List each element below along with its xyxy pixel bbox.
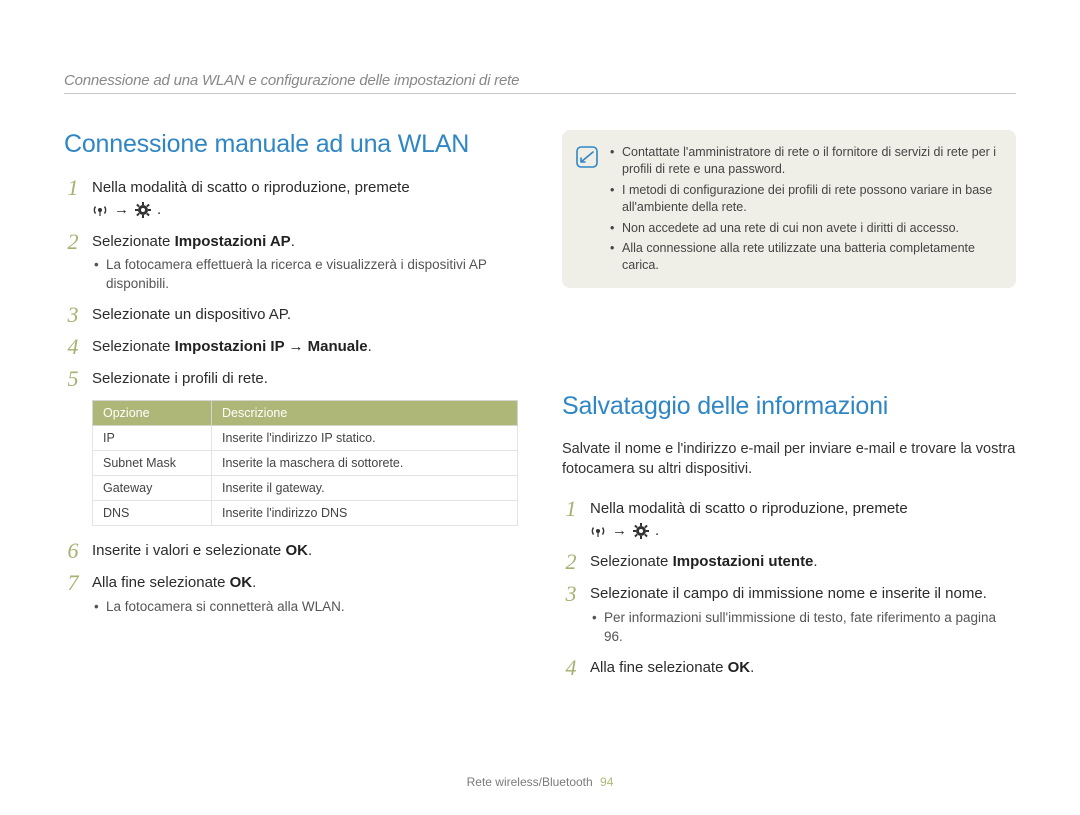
step-tail: . bbox=[291, 233, 295, 250]
step-bold: OK bbox=[728, 659, 751, 676]
step-bold: OK bbox=[285, 542, 308, 559]
table-header-option: Opzione bbox=[93, 401, 212, 426]
save-steps: 1 Nella modalità di scatto o riproduzion… bbox=[562, 498, 1016, 679]
step-number: 7 bbox=[64, 572, 82, 594]
step-number: 4 bbox=[64, 336, 82, 358]
step-text: Selezionate bbox=[92, 233, 175, 250]
step-4: 4 Alla fine selezionate OK. bbox=[562, 657, 1016, 679]
step-text: Alla fine selezionate bbox=[590, 659, 728, 676]
step-number: 3 bbox=[562, 583, 580, 605]
cell: Subnet Mask bbox=[93, 451, 212, 476]
step-number: 1 bbox=[64, 177, 82, 199]
step-text: Selezionate il campo di immissione nome … bbox=[590, 585, 987, 602]
note-icon bbox=[576, 144, 598, 274]
step-text: Inserite i valori e selezionate bbox=[92, 542, 285, 559]
gear-icon bbox=[135, 199, 151, 221]
step-number: 2 bbox=[64, 231, 82, 253]
step-1: 1 Nella modalità di scatto o riproduzion… bbox=[562, 498, 1016, 542]
note-item: Non accedete ad una rete di cui non avet… bbox=[610, 220, 1000, 237]
note-item: Contattate l'amministratore di rete o il… bbox=[610, 144, 1000, 178]
network-options-table: Opzione Descrizione IPInserite l'indiriz… bbox=[92, 400, 518, 526]
cell: Gateway bbox=[93, 476, 212, 501]
content-columns: Connessione manuale ad una WLAN 1 Nella … bbox=[64, 130, 1016, 689]
section-title-save: Salvataggio delle informazioni bbox=[562, 392, 1016, 421]
wlan-steps: 1 Nella modalità di scatto o riproduzion… bbox=[64, 177, 518, 390]
step-text: Nella modalità di scatto o riproduzione,… bbox=[590, 500, 908, 517]
step-2: 2 Selezionate Impostazioni AP. La fotoca… bbox=[64, 231, 518, 295]
step-text: Nella modalità di scatto o riproduzione,… bbox=[92, 179, 410, 196]
cell: Inserite l'indirizzo DNS bbox=[212, 501, 518, 526]
table-row: DNSInserite l'indirizzo DNS bbox=[93, 501, 518, 526]
step-sub: La fotocamera si connetterà alla WLAN. bbox=[92, 598, 518, 617]
step-5: 5 Selezionate i profili di rete. bbox=[64, 368, 518, 390]
step-tail: . bbox=[750, 659, 754, 676]
step-3: 3 Selezionate un dispositivo AP. bbox=[64, 304, 518, 326]
cell: DNS bbox=[93, 501, 212, 526]
gear-icon bbox=[633, 520, 649, 542]
step-1: 1 Nella modalità di scatto o riproduzion… bbox=[64, 177, 518, 221]
step-number: 5 bbox=[64, 368, 82, 390]
wlan-steps-cont: 6 Inserite i valori e selezionate OK. 7 … bbox=[64, 540, 518, 617]
step-bold: Impostazioni IP → Manuale bbox=[175, 338, 368, 355]
arrow-text: → bbox=[612, 520, 627, 542]
note-item: I metodi di configurazione dei profili d… bbox=[610, 182, 1000, 216]
page-footer: Rete wireless/Bluetooth 94 bbox=[0, 775, 1080, 789]
step-tail: . bbox=[368, 338, 372, 355]
arrow-text: → bbox=[114, 199, 129, 221]
step-bold: Impostazioni AP bbox=[175, 233, 291, 250]
right-column: Contattate l'amministratore di rete o il… bbox=[562, 130, 1016, 689]
step-tail: . bbox=[157, 199, 161, 221]
cell: Inserite la maschera di sottorete. bbox=[212, 451, 518, 476]
cell: Inserite l'indirizzo IP statico. bbox=[212, 426, 518, 451]
step-text: Alla fine selezionate bbox=[92, 574, 230, 591]
note-list: Contattate l'amministratore di rete o il… bbox=[610, 144, 1000, 274]
section-intro: Salvate il nome e l'indirizzo e-mail per… bbox=[562, 439, 1016, 480]
step-4: 4 Selezionate Impostazioni IP → Manuale. bbox=[64, 336, 518, 358]
section-title-wlan: Connessione manuale ad una WLAN bbox=[64, 130, 518, 159]
step-text: Selezionate bbox=[590, 553, 673, 570]
step-bold: OK bbox=[230, 574, 253, 591]
wireless-icon bbox=[92, 199, 108, 221]
step-tail: . bbox=[655, 520, 659, 542]
breadcrumb: Connessione ad una WLAN e configurazione… bbox=[64, 72, 1016, 94]
step-number: 4 bbox=[562, 657, 580, 679]
step-sub: Per informazioni sull'immissione di test… bbox=[590, 609, 1016, 647]
step-sub: La fotocamera effettuerà la ricerca e vi… bbox=[92, 256, 518, 294]
step-2: 2 Selezionate Impostazioni utente. bbox=[562, 551, 1016, 573]
note-item: Alla connessione alla rete utilizzate un… bbox=[610, 240, 1000, 274]
step-number: 1 bbox=[562, 498, 580, 520]
step-tail: . bbox=[252, 574, 256, 591]
step-text: Selezionate un dispositivo AP. bbox=[92, 306, 291, 323]
step-text: Selezionate i profili di rete. bbox=[92, 370, 268, 387]
table-row: IPInserite l'indirizzo IP statico. bbox=[93, 426, 518, 451]
footer-section: Rete wireless/Bluetooth bbox=[467, 775, 593, 789]
step-tail: . bbox=[308, 542, 312, 559]
step-tail: . bbox=[813, 553, 817, 570]
step-number: 3 bbox=[64, 304, 82, 326]
cell: IP bbox=[93, 426, 212, 451]
step-3: 3 Selezionate il campo di immissione nom… bbox=[562, 583, 1016, 647]
step-number: 6 bbox=[64, 540, 82, 562]
table-row: Subnet MaskInserite la maschera di sotto… bbox=[93, 451, 518, 476]
step-number: 2 bbox=[562, 551, 580, 573]
step-6: 6 Inserite i valori e selezionate OK. bbox=[64, 540, 518, 562]
wireless-icon bbox=[590, 520, 606, 542]
info-note-box: Contattate l'amministratore di rete o il… bbox=[562, 130, 1016, 288]
table-row: GatewayInserite il gateway. bbox=[93, 476, 518, 501]
step-bold: Impostazioni utente bbox=[673, 553, 814, 570]
table-header-description: Descrizione bbox=[212, 401, 518, 426]
cell: Inserite il gateway. bbox=[212, 476, 518, 501]
step-7: 7 Alla fine selezionate OK. La fotocamer… bbox=[64, 572, 518, 617]
step-text: Selezionate bbox=[92, 338, 175, 355]
left-column: Connessione manuale ad una WLAN 1 Nella … bbox=[64, 130, 518, 689]
page-number: 94 bbox=[600, 775, 613, 789]
